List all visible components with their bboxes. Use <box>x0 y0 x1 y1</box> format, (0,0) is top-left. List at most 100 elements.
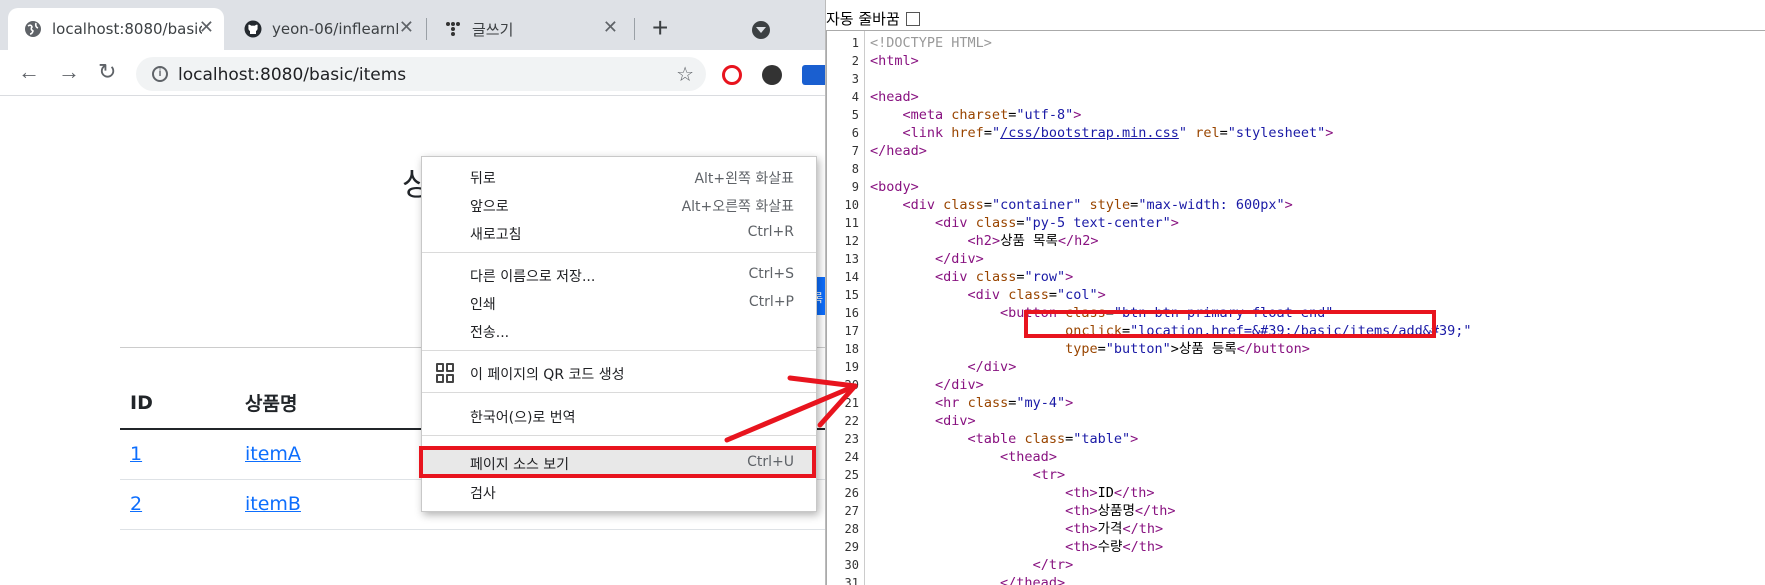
line-number: 14 <box>844 270 859 284</box>
code-line: </thead> <box>1000 575 1066 585</box>
back-icon[interactable]: ← <box>18 60 40 84</box>
tab-localhost[interactable]: localhost:8080/basic ✕ <box>8 8 224 50</box>
menu-item-back[interactable]: 뒤로 Alt+왼쪽 화살표 <box>422 163 816 191</box>
menu-item-label: 다른 이름으로 저장... <box>470 269 596 285</box>
item-name-link[interactable]: itemB <box>245 493 301 515</box>
line-number: 30 <box>844 558 859 572</box>
line-number: 6 <box>851 126 859 140</box>
menu-item-label: 뒤로 <box>470 171 496 187</box>
line-number: 4 <box>851 90 859 104</box>
code-line: <!DOCTYPE HTML> <box>870 35 992 51</box>
line-number: 9 <box>851 180 859 194</box>
menu-item-label: 이 페이지의 QR 코드 생성 <box>470 367 625 383</box>
menu-item-forward[interactable]: 앞으로 Alt+오른쪽 화살표 <box>422 191 816 219</box>
line-number: 10 <box>844 198 859 212</box>
column-header-id: ID <box>120 377 235 430</box>
menu-item-label: 전송... <box>470 325 510 341</box>
line-number: 5 <box>851 108 859 122</box>
line-number: 13 <box>844 252 859 266</box>
code-line: <h2>상품 목록</h2> <box>967 233 1099 249</box>
code-line: <div class="row"> <box>935 269 1074 285</box>
code-line: </tr> <box>1032 557 1074 573</box>
code-line: <th>수량</th> <box>1065 539 1164 555</box>
browser-window: localhost:8080/basic ✕ yeon-06/inflearnM… <box>0 0 826 585</box>
code-line: <html> <box>870 53 919 69</box>
menu-item-shortcut: Alt+왼쪽 화살표 <box>694 171 794 187</box>
tab-write[interactable]: 글쓰기 ✕ <box>428 8 628 50</box>
menu-item-label: 인쇄 <box>470 297 496 313</box>
code-line: <div class="py-5 text-center"> <box>935 215 1179 231</box>
highlight-box <box>1024 310 1436 338</box>
close-icon[interactable]: ✕ <box>603 19 618 37</box>
menu-item-save-as[interactable]: 다른 이름으로 저장... Ctrl+S <box>422 261 816 289</box>
line-number: 12 <box>844 234 859 248</box>
close-icon[interactable]: ✕ <box>199 19 214 37</box>
tab-separator <box>634 18 635 40</box>
line-number: 27 <box>844 504 859 518</box>
menu-item-qr-code[interactable]: 이 페이지의 QR 코드 생성 <box>422 359 816 387</box>
bookmark-star-icon[interactable]: ☆ <box>676 62 694 87</box>
tab-strip: localhost:8080/basic ✕ yeon-06/inflearnM… <box>0 0 825 50</box>
line-number: 31 <box>844 576 859 585</box>
wrap-toggle-row: 자동 줄바꿈 <box>826 8 920 29</box>
forward-icon[interactable]: → <box>58 60 80 84</box>
code-line: <thead> <box>1000 449 1057 465</box>
wrap-checkbox[interactable] <box>905 11 920 26</box>
line-number: 15 <box>844 288 859 302</box>
item-id-link[interactable]: 2 <box>130 493 142 515</box>
item-name-link[interactable]: itemA <box>245 443 301 465</box>
code-line: <div class="container" style="max-width:… <box>902 197 1293 213</box>
code-line: type="button">상품 등록</button> <box>1065 341 1310 357</box>
menu-item-shortcut: Ctrl+R <box>747 224 794 240</box>
line-number: 8 <box>851 162 859 176</box>
menu-item-reload[interactable]: 새로고침 Ctrl+R <box>422 219 816 247</box>
tab-title: localhost:8080/basic <box>52 20 202 38</box>
menu-item-label: 새로고침 <box>470 227 522 243</box>
code-line: <table class="table"> <box>967 431 1139 447</box>
menu-item-print[interactable]: 인쇄 Ctrl+P <box>422 289 816 317</box>
code-line: </head> <box>870 143 927 159</box>
item-id-link[interactable]: 1 <box>130 443 142 465</box>
url-text[interactable]: localhost:8080/basic/items <box>178 65 406 85</box>
code-line: <div> <box>935 413 976 429</box>
reload-icon[interactable]: ↻ <box>98 60 116 84</box>
tab-title: yeon-06/inflearnM <box>272 20 398 38</box>
highlight-box <box>419 446 816 478</box>
code-line: <th>ID</th> <box>1065 485 1155 501</box>
info-icon[interactable]: i <box>152 66 168 82</box>
line-number: 17 <box>844 324 859 338</box>
extension-icon[interactable] <box>762 65 782 85</box>
menu-item-shortcut: Ctrl+P <box>748 294 794 310</box>
tab-title: 글쓰기 <box>472 20 514 39</box>
line-number: 2 <box>851 54 859 68</box>
code-line: <tr> <box>1032 467 1066 483</box>
tab-search-icon[interactable] <box>752 21 770 39</box>
extension-icon[interactable] <box>802 65 825 85</box>
browser-toolbar: ← → ↻ i localhost:8080/basic/items ☆ <box>0 50 825 96</box>
line-number: 29 <box>844 540 859 554</box>
extension-icon[interactable] <box>722 65 742 85</box>
code-line: </div> <box>967 359 1017 375</box>
code-line: <body> <box>870 179 919 195</box>
menu-item-cast[interactable]: 전송... <box>422 317 816 345</box>
menu-separator <box>422 252 816 253</box>
line-number-gutter: 1 2 3 4 5 6 7 8 9 10 11 12 13 14 15 16 17 18 19 20 21 22 23 24 2… <box>827 31 865 585</box>
menu-separator <box>422 392 816 393</box>
menu-item-translate[interactable]: 한국어(으)로 번역 <box>422 402 816 430</box>
tab-separator <box>426 18 427 40</box>
new-tab-icon[interactable]: + <box>652 14 668 42</box>
code-line: </div> <box>935 377 984 393</box>
address-bar[interactable]: i localhost:8080/basic/items ☆ <box>136 57 706 91</box>
menu-item-shortcut: Alt+오른쪽 화살표 <box>681 199 794 215</box>
menu-separator <box>422 435 816 436</box>
code-line: <link href="/css/bootstrap.min.css" rel=… <box>902 125 1334 141</box>
tab-github[interactable]: yeon-06/inflearnM ✕ <box>228 8 424 50</box>
code-line: <th>가격</th> <box>1065 521 1164 537</box>
dots-icon <box>444 20 462 38</box>
globe-icon <box>24 20 42 38</box>
close-icon[interactable]: ✕ <box>399 19 414 37</box>
menu-item-shortcut: Ctrl+S <box>748 266 794 282</box>
menu-item-inspect[interactable]: 검사 <box>422 478 816 506</box>
code-line: <meta charset="utf-8"> <box>902 107 1082 123</box>
line-number: 25 <box>844 468 859 482</box>
